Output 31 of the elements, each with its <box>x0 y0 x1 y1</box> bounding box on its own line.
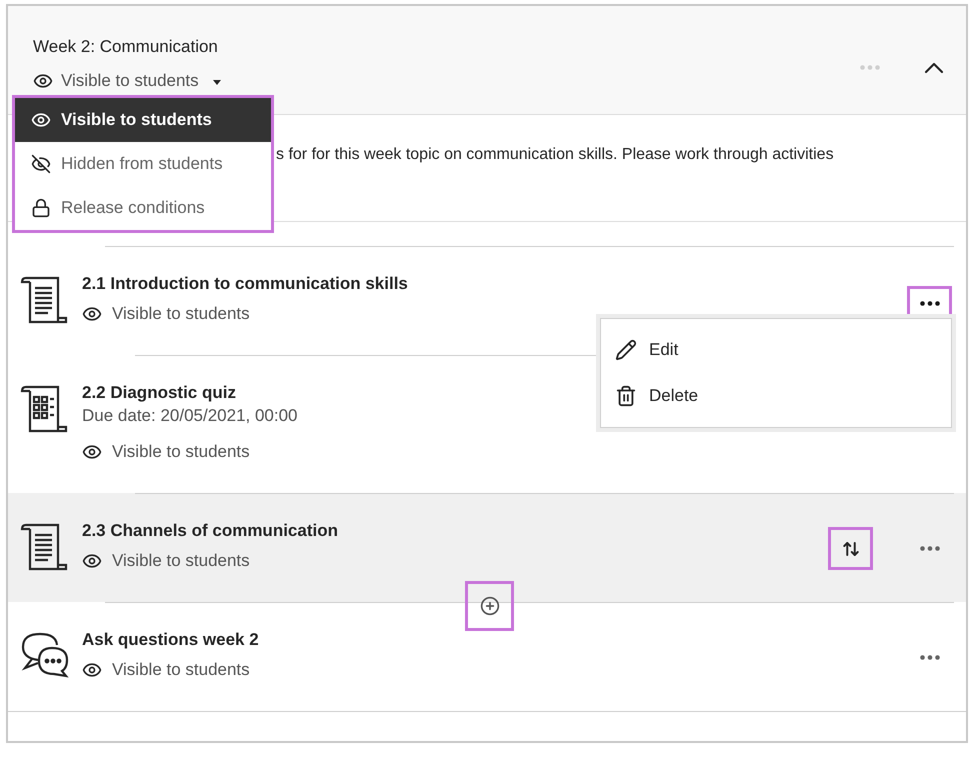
add-icon <box>480 596 500 616</box>
caret-icon <box>212 80 221 86</box>
more-icon <box>920 654 940 660</box>
document-icon <box>20 274 68 326</box>
visibility-dropdown[interactable]: Visible to students <box>33 69 221 93</box>
content-item[interactable]: 2.3 Channels of communication Visible to students <box>8 493 966 602</box>
reorder-button[interactable] <box>828 527 873 570</box>
visibility-option[interactable]: Visible to students <box>15 98 271 142</box>
trash-icon <box>615 385 637 407</box>
menu-item[interactable]: Delete <box>601 373 951 419</box>
quiz-icon <box>20 383 68 435</box>
section-title: Week 2: Communication <box>33 36 219 58</box>
add-content-button[interactable] <box>465 581 514 631</box>
more-icon <box>860 65 880 70</box>
more-icon <box>920 300 940 306</box>
document-icon <box>20 521 68 573</box>
eye-off-icon <box>31 154 51 174</box>
reorder-icon <box>842 540 860 558</box>
visibility-status[interactable]: Visible to students <box>82 302 250 326</box>
discussion-icon <box>20 630 70 680</box>
visibility-status[interactable]: Visible to students <box>82 658 250 682</box>
lock-icon <box>31 198 51 218</box>
visibility-status[interactable]: Visible to students <box>82 440 250 464</box>
visibility-status[interactable]: Visible to students <box>82 549 250 573</box>
more-icon <box>920 546 940 550</box>
due-date: Due date: 20/05/2021, 00:00 <box>82 405 299 427</box>
pencil-icon <box>615 339 637 361</box>
section-description: s for for this week topic on communication skills. Please work through activities <box>276 145 835 165</box>
item-title[interactable]: 2.1 Introduction to communication skills <box>82 272 907 296</box>
item-title[interactable]: Ask questions week 2 <box>82 628 907 652</box>
item-title[interactable]: 2.3 Channels of communication <box>82 519 828 543</box>
